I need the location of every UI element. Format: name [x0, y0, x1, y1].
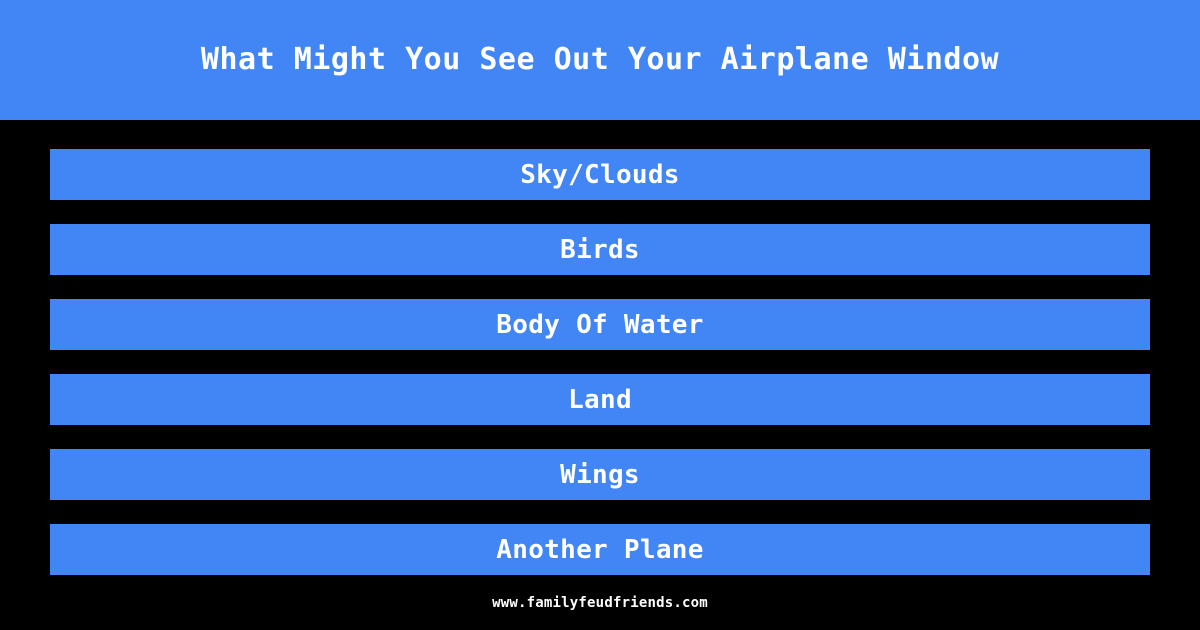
answer-row[interactable]: Birds — [50, 224, 1150, 275]
answer-row[interactable]: Land — [50, 374, 1150, 425]
answer-label: Birds — [560, 234, 640, 265]
site-url[interactable]: www.familyfeudfriends.com — [492, 596, 708, 610]
answer-label: Wings — [560, 459, 640, 490]
answer-label: Body Of Water — [496, 309, 704, 340]
answer-row[interactable]: Wings — [50, 449, 1150, 500]
answer-label: Land — [568, 384, 632, 415]
answer-card: What Might You See Out Your Airplane Win… — [0, 0, 1200, 630]
footer: www.familyfeudfriends.com — [0, 575, 1200, 630]
answer-label: Sky/Clouds — [520, 159, 680, 190]
header-banner: What Might You See Out Your Airplane Win… — [0, 0, 1200, 120]
answer-row[interactable]: Body Of Water — [50, 299, 1150, 350]
answer-list: Sky/Clouds Birds Body Of Water Land Wing… — [0, 120, 1200, 575]
answer-label: Another Plane — [496, 534, 704, 565]
answer-row[interactable]: Sky/Clouds — [50, 149, 1150, 200]
page-title: What Might You See Out Your Airplane Win… — [200, 42, 1000, 77]
answer-row[interactable]: Another Plane — [50, 524, 1150, 575]
